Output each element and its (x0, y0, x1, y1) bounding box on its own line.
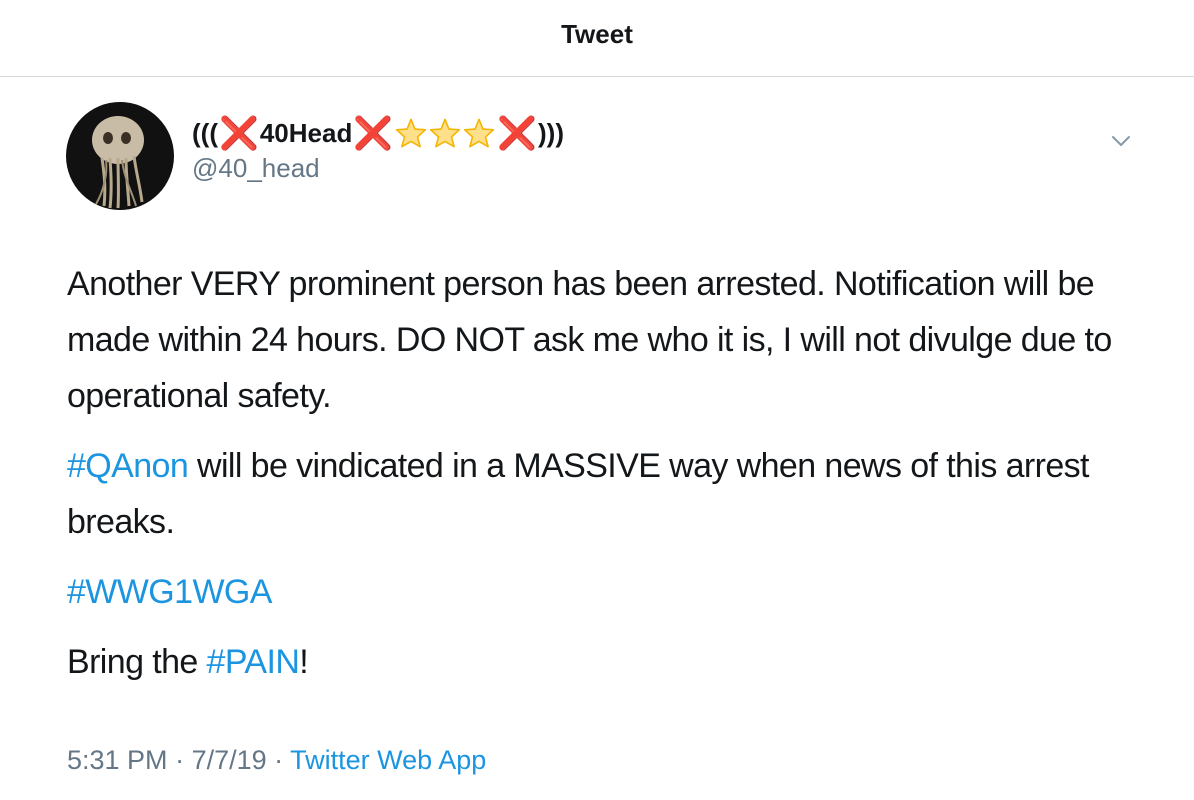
tweet-paragraph-text: ! (299, 643, 309, 681)
avatar[interactable] (66, 102, 174, 210)
separator: · (266, 745, 291, 775)
chevron-down-icon[interactable] (1110, 130, 1132, 152)
tweet-paragraph: Bring the #PAIN! (67, 634, 1157, 690)
tweet-header: Tweet (0, 0, 1194, 77)
page-title: Tweet (561, 18, 633, 49)
tweet-paragraph: Another VERY prominent person has been a… (67, 265, 1112, 415)
tweet-time[interactable]: 5:31 PM (67, 745, 168, 775)
tweet-source-link[interactable]: Twitter Web App (290, 745, 486, 775)
tweet-paragraph-text: will be vindicated in a MASSIVE way when… (67, 447, 1089, 541)
tweet-date[interactable]: 7/7/19 (192, 745, 267, 775)
hashtag-link[interactable]: #WWG1WGA (67, 573, 272, 611)
star-icon (395, 118, 427, 148)
display-name[interactable]: ((( ❌ 40Head ❌ ❌ ))) (192, 116, 564, 150)
name-suffix: ))) (538, 118, 564, 148)
tweet-metadata: 5:31 PM · 7/7/19 · Twitter Web App (67, 740, 486, 780)
separator: · (167, 745, 192, 775)
cross-mark-icon: ❌ (218, 115, 259, 151)
tweet-paragraph-text: Bring the (67, 643, 207, 681)
name-core: 40Head (259, 118, 353, 148)
cross-mark-icon: ❌ (497, 115, 538, 151)
hashtag-link[interactable]: #PAIN (207, 643, 300, 681)
tweet-text: Another VERY prominent person has been a… (67, 256, 1157, 704)
name-prefix: ((( (192, 118, 218, 148)
tweet-paragraph: #WWG1WGA (67, 564, 1157, 620)
user-handle[interactable]: @40_head (192, 152, 564, 184)
star-icon (429, 118, 461, 148)
star-icon (463, 118, 495, 148)
hashtag-link[interactable]: #QAnon (67, 447, 189, 485)
cross-mark-icon: ❌ (353, 115, 394, 151)
tweet-paragraph: #QAnon will be vindicated in a MASSIVE w… (67, 438, 1157, 550)
